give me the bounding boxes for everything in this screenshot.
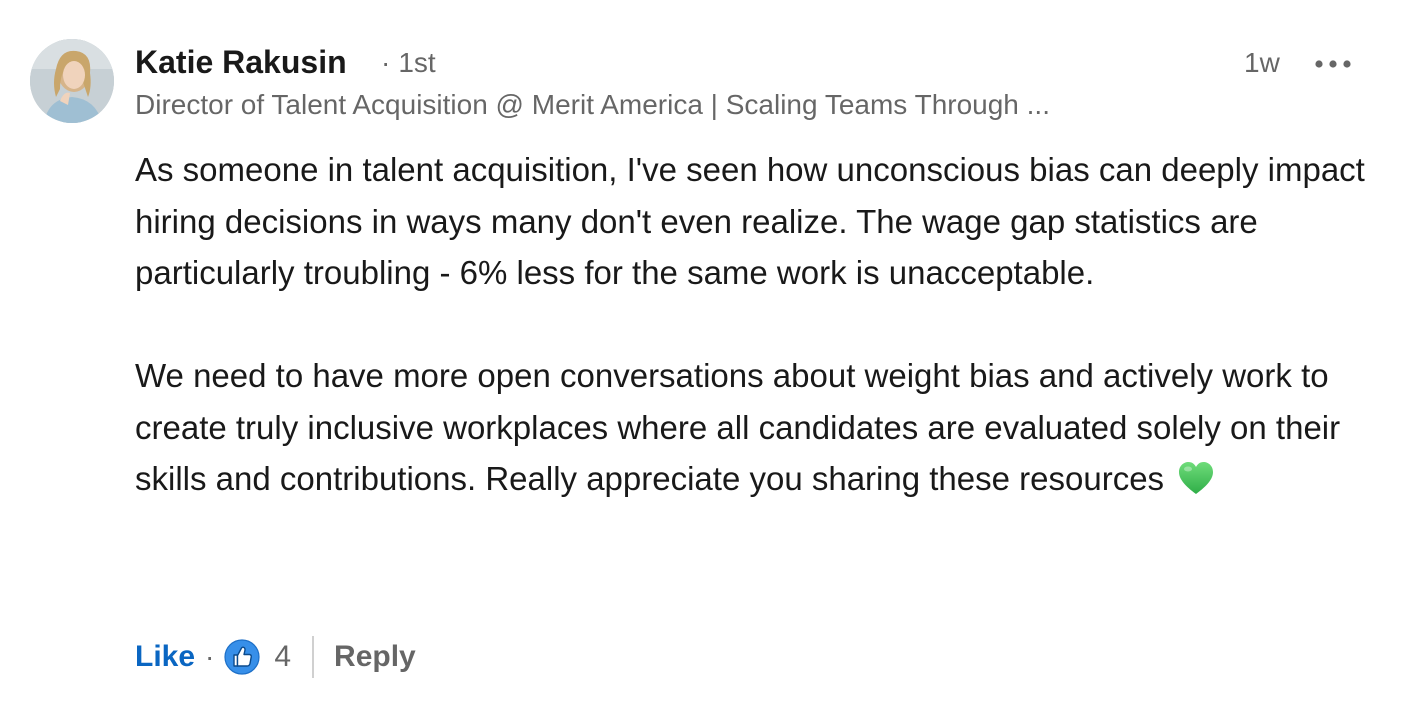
green-heart-icon bbox=[1177, 460, 1215, 498]
divider bbox=[312, 636, 315, 678]
comment-timestamp: 1w bbox=[1244, 47, 1280, 78]
comment-actions: Like · 4 Reply bbox=[135, 634, 416, 680]
avatar[interactable] bbox=[30, 39, 114, 123]
connection-degree: · 1st bbox=[381, 44, 436, 82]
comment-body: As someone in talent acquisition, I've s… bbox=[135, 144, 1375, 505]
like-button[interactable]: Like bbox=[135, 640, 195, 674]
thumbs-up-icon[interactable] bbox=[224, 639, 260, 675]
connection-degree-label: 1st bbox=[398, 47, 436, 78]
comment-paragraph: We need to have more open conversations … bbox=[135, 350, 1375, 505]
comment-card: Katie Rakusin · 1st Director of Talent Ac… bbox=[0, 0, 1402, 713]
author-headline: Director of Talent Acquisition @ Merit A… bbox=[135, 89, 1050, 120]
reaction-count[interactable]: 4 bbox=[274, 640, 291, 674]
separator-dot: · bbox=[205, 641, 215, 672]
separator-dot: · bbox=[381, 47, 391, 78]
avatar-image bbox=[30, 39, 114, 123]
author-name[interactable]: Katie Rakusin bbox=[135, 42, 347, 82]
ellipsis-icon[interactable] bbox=[1312, 54, 1354, 74]
comment-paragraph: As someone in talent acquisition, I've s… bbox=[135, 151, 1365, 291]
reply-button[interactable]: Reply bbox=[334, 640, 416, 674]
comment-paragraph-text: We need to have more open conversations … bbox=[135, 357, 1341, 497]
